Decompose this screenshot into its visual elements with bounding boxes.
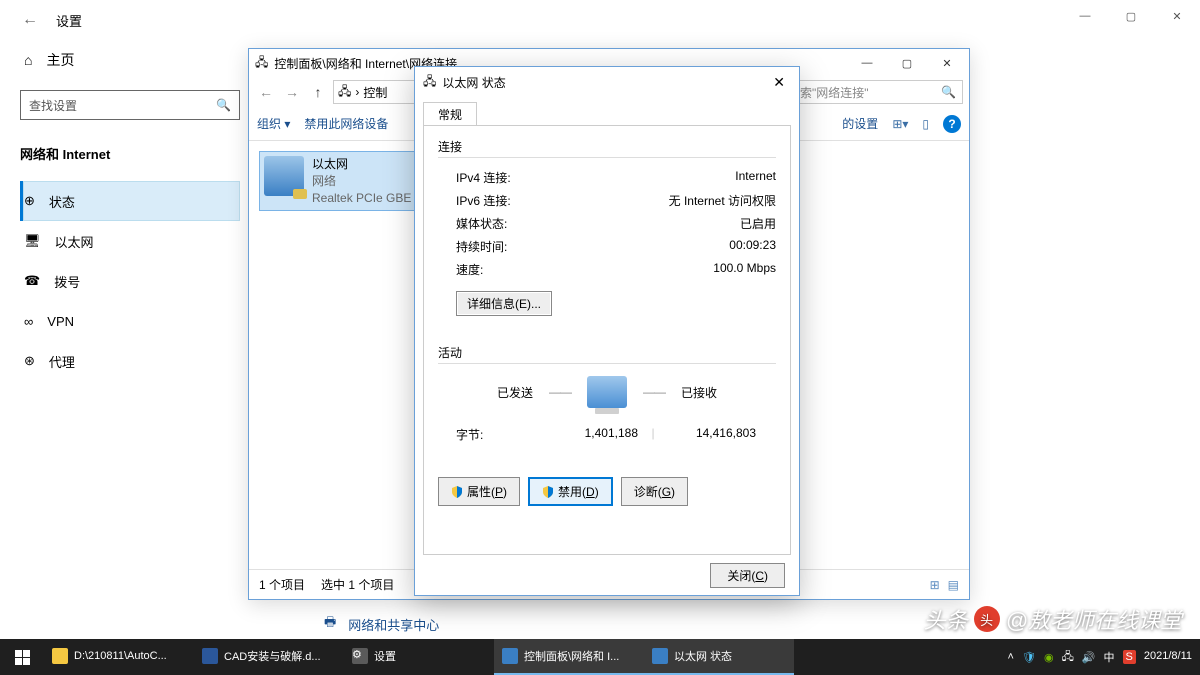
watermark: 头条 头 @敖老师在线课堂 xyxy=(924,603,1182,635)
taskbar-item[interactable]: ⚙设置 xyxy=(344,639,494,675)
dlg-body: 连接 IPv4 连接:Internet IPv6 连接:无 Internet 访… xyxy=(423,125,791,555)
taskbar-item[interactable]: 控制面板\网络和 I... xyxy=(494,639,644,675)
proxy-icon: ⊛ xyxy=(24,353,35,369)
cp-icon: 🖧 xyxy=(255,53,268,74)
ethernet-adapter[interactable]: 以太网 网络 Realtek PCIe GBE xyxy=(259,151,439,211)
group-activity: 活动 xyxy=(438,344,776,361)
cp-maximize[interactable]: ▢ xyxy=(887,51,927,75)
duration-value: 00:09:23 xyxy=(729,238,776,255)
tray-network-icon[interactable]: 🖧 xyxy=(1062,648,1074,667)
printer-icon: 🖶 xyxy=(324,613,336,635)
start-button[interactable] xyxy=(0,639,44,675)
adapter-net: 网络 xyxy=(312,173,411,190)
recv-label: 已接收 xyxy=(681,384,717,401)
tray-up-icon[interactable]: ˄ xyxy=(1008,651,1014,663)
windows-icon xyxy=(15,650,30,665)
tab-general[interactable]: 常规 xyxy=(423,102,477,126)
ethernet-icon: 🖥 xyxy=(24,233,41,249)
home-icon: ⌂ xyxy=(24,52,32,68)
settings-label: 的设置 xyxy=(842,115,878,132)
view-details-icon[interactable]: ⊞ xyxy=(930,578,940,592)
activity-icon xyxy=(587,376,627,408)
nav-vpn[interactable]: ∞VPN xyxy=(20,301,240,341)
organize-menu[interactable]: 组织 ▾ xyxy=(257,115,290,132)
taskbar-item[interactable]: CAD安装与破解.d... xyxy=(194,639,344,675)
properties-button[interactable]: 属性(P) xyxy=(438,477,520,506)
settings-titlebar: ← 设置 — ▢ ✕ xyxy=(0,0,1200,40)
system-tray: ˄ 🛡 ◉ 🖧 🔊 中 S 2021/8/11 xyxy=(1008,648,1200,667)
adapter-dev: Realtek PCIe GBE xyxy=(312,190,411,207)
section-heading: 网络和 Internet xyxy=(20,144,240,163)
disable-button[interactable]: 禁用(D) xyxy=(528,477,613,506)
nav-fwd[interactable]: → xyxy=(281,81,303,103)
settings-title: 设置 xyxy=(56,11,82,30)
nav-proxy[interactable]: ⊛代理 xyxy=(20,341,240,381)
media-value: 已启用 xyxy=(740,215,776,232)
folder-icon: 🖧 xyxy=(338,82,351,103)
taskbar-item[interactable]: 以太网 状态 xyxy=(644,639,794,675)
nav-up[interactable]: ↑ xyxy=(307,81,329,103)
home-label: 主页 xyxy=(46,50,74,70)
item-count: 1 个项目 xyxy=(259,576,305,593)
help-button[interactable]: ? xyxy=(943,115,961,133)
group-connection: 连接 xyxy=(438,138,776,155)
dlg-titlebar: 🖧 以太网 状态 ✕ xyxy=(415,67,799,97)
taskbar: D:\210811\AutoC... CAD安装与破解.d... ⚙设置 控制面… xyxy=(0,639,1200,675)
tray-volume-icon[interactable]: 🔊 xyxy=(1082,651,1096,664)
settings-sidebar: ⌂ 主页 查找设置 🔍 网络和 Internet ⊕状态 🖥以太网 ☎拨号 ∞V… xyxy=(20,40,240,381)
dial-icon: ☎ xyxy=(24,273,40,289)
search-icon: 🔍 xyxy=(941,85,956,99)
back-button[interactable]: ← xyxy=(10,11,50,29)
preview-pane[interactable]: ▯ xyxy=(922,117,929,131)
search-icon: 🔍 xyxy=(216,98,231,112)
disable-device[interactable]: 禁用此网络设备 xyxy=(304,115,388,132)
search-input[interactable]: 查找设置 🔍 xyxy=(20,90,240,120)
network-sharing-link[interactable]: 🖶 网络和共享中心 xyxy=(324,613,439,635)
status-icon: ⊕ xyxy=(24,193,35,209)
taskbar-item[interactable]: D:\210811\AutoC... xyxy=(44,639,194,675)
bytes-recv: 14,416,803 xyxy=(668,426,776,443)
bytes-sent: 1,401,188 xyxy=(528,426,638,443)
tray-shield-icon[interactable]: 🛡 xyxy=(1022,651,1036,664)
close-button[interactable]: ✕ xyxy=(1154,0,1200,32)
adapter-name: 以太网 xyxy=(312,156,411,173)
dlg-title-text: 以太网 状态 xyxy=(442,74,505,91)
ipv6-value: 无 Internet 访问权限 xyxy=(669,192,776,209)
cp-minimize[interactable]: — xyxy=(847,51,887,75)
tray-ime-icon[interactable]: 中 xyxy=(1104,649,1115,665)
home-link[interactable]: ⌂ 主页 xyxy=(20,50,240,70)
view-menu[interactable]: ⊞▾ xyxy=(892,117,908,131)
ethernet-status-dialog: 🖧 以太网 状态 ✕ 常规 连接 IPv4 连接:Internet IPv6 连… xyxy=(414,66,800,596)
ipv4-value: Internet xyxy=(735,169,776,186)
shield-icon xyxy=(451,486,463,498)
minimize-button[interactable]: — xyxy=(1062,0,1108,32)
nav-status[interactable]: ⊕状态 xyxy=(20,181,240,221)
vpn-icon: ∞ xyxy=(24,314,33,329)
dlg-close[interactable]: ✕ xyxy=(767,72,791,93)
tray-nvidia-icon[interactable]: ◉ xyxy=(1044,651,1054,664)
view-large-icon[interactable]: ▤ xyxy=(948,578,959,592)
window-controls: — ▢ ✕ xyxy=(1062,0,1200,32)
search-placeholder: 查找设置 xyxy=(29,97,77,114)
diagnose-button[interactable]: 诊断(G) xyxy=(621,477,688,506)
sent-label: 已发送 xyxy=(497,384,533,401)
network-icon: 🖧 xyxy=(423,72,436,93)
nav-dial[interactable]: ☎拨号 xyxy=(20,261,240,301)
tray-sogou-icon[interactable]: S xyxy=(1123,650,1136,664)
details-button[interactable]: 详细信息(E)... xyxy=(456,291,552,316)
taskbar-clock[interactable]: 2021/8/11 xyxy=(1144,650,1192,663)
watermark-badge: 头 xyxy=(974,606,1000,632)
selected-count: 选中 1 个项目 xyxy=(321,576,394,593)
maximize-button[interactable]: ▢ xyxy=(1108,0,1154,32)
nav-ethernet[interactable]: 🖥以太网 xyxy=(20,221,240,261)
cp-search[interactable]: 索"网络连接" 🔍 xyxy=(793,80,963,104)
close-button[interactable]: 关闭(C) xyxy=(710,563,785,588)
adapter-icon xyxy=(264,156,304,196)
cp-close[interactable]: ✕ xyxy=(927,51,967,75)
shield-icon xyxy=(542,486,554,498)
speed-value: 100.0 Mbps xyxy=(713,261,776,278)
nav-back[interactable]: ← xyxy=(255,81,277,103)
